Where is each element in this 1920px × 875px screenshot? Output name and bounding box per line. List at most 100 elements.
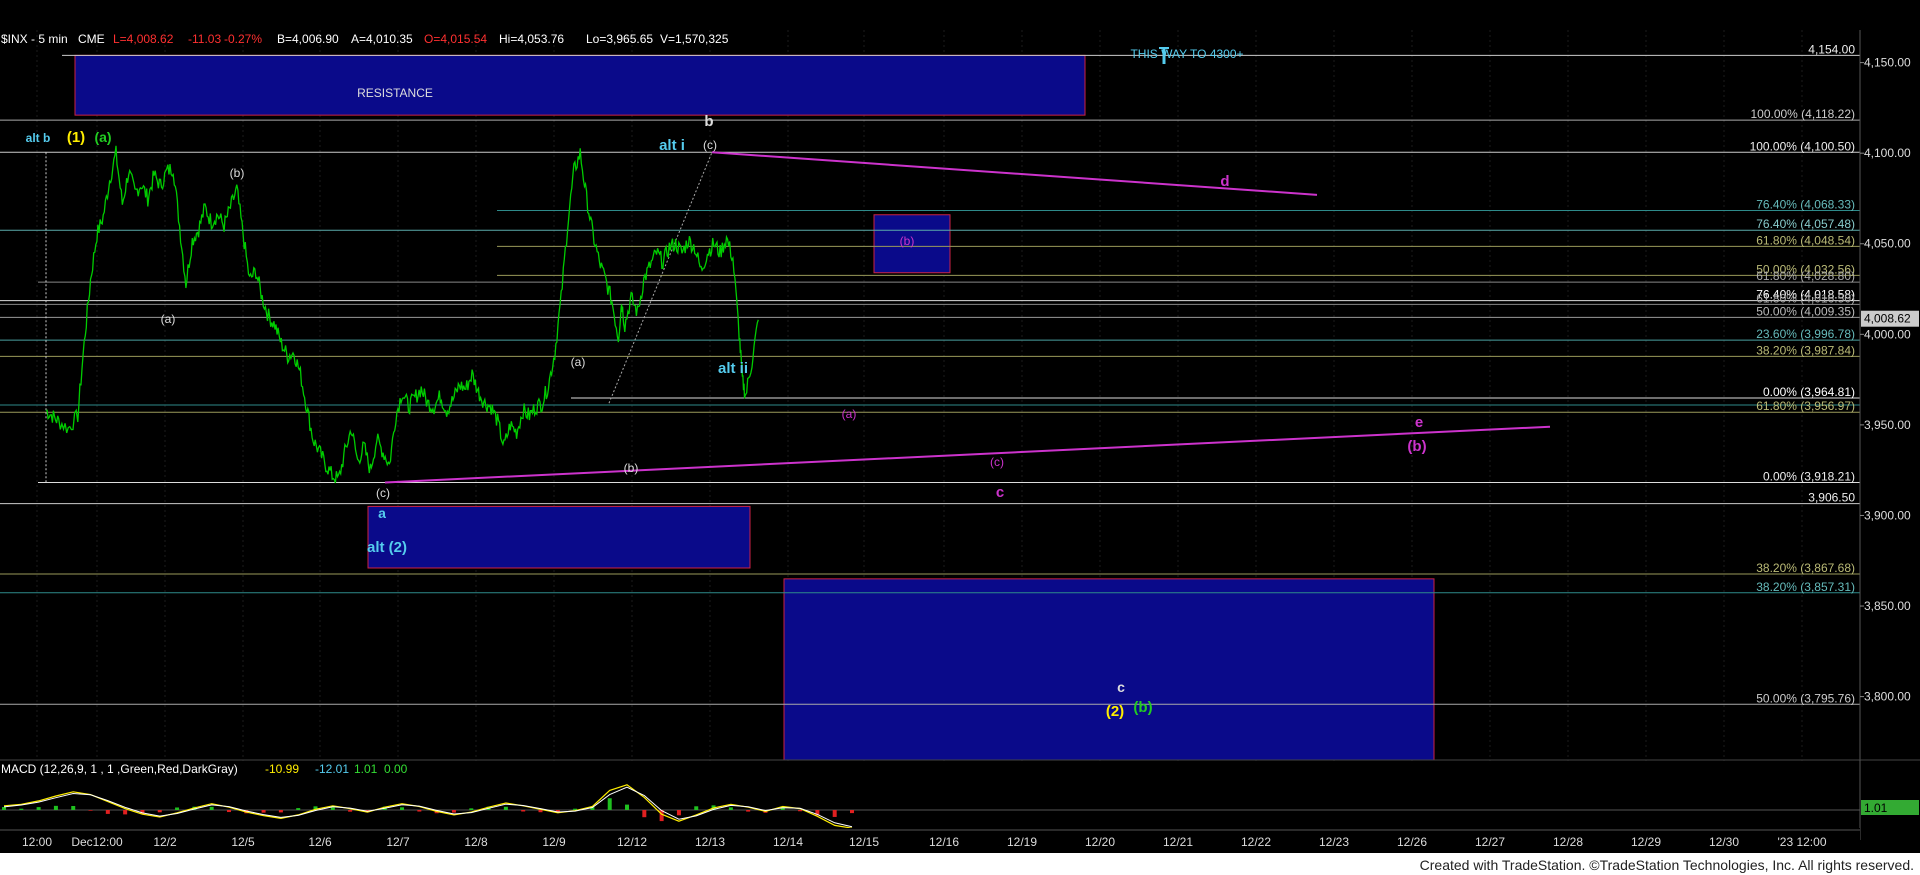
wave-label: RESISTANCE — [357, 86, 433, 100]
level-label: 38.20% (3,857.31) — [1756, 580, 1855, 594]
x-tick-label: 12/19 — [1007, 835, 1037, 849]
y-tick-label: 4,050.00 — [1864, 237, 1911, 251]
x-tick-label: 12/20 — [1085, 835, 1115, 849]
wave-label: THIS WAY TO 4300+ — [1130, 47, 1243, 61]
x-tick-label: 12/5 — [231, 835, 255, 849]
wave-label: (b) — [624, 461, 639, 475]
symbol-label: $INX - 5 min — [1, 32, 68, 46]
y-tick-label: 3,950.00 — [1864, 418, 1911, 432]
x-tick-label: 12/6 — [308, 835, 332, 849]
wave-label: (a) — [571, 355, 586, 369]
level-label: 50.00% (3,795.76) — [1756, 691, 1855, 705]
wave-label: (c) — [376, 486, 390, 500]
wave-label: (a) — [94, 129, 111, 145]
change-readout: -11.03 — [188, 32, 221, 46]
x-tick-label: 12/26 — [1397, 835, 1427, 849]
wave-label: alt (2) — [367, 539, 407, 556]
level-label: 61.80% (4,016.50) — [1756, 291, 1855, 305]
level-label: 0.00% (3,918.21) — [1763, 469, 1855, 483]
level-label: 50.00% (4,009.35) — [1756, 304, 1855, 318]
wave-2-target-box — [783, 578, 1435, 761]
last-price-readout: L=4,008.62 — [113, 32, 174, 46]
macd-last-tag-label: 1.01 — [1864, 801, 1888, 815]
wave-label: (a) — [161, 312, 176, 326]
level-label: 3,906.50 — [1808, 491, 1855, 505]
x-tick-label: 12:00 — [22, 835, 52, 849]
volume-readout: V=1,570,325 — [660, 32, 729, 46]
low-readout: Lo=3,965.65 — [586, 32, 653, 46]
x-tick-label: 12/9 — [542, 835, 566, 849]
level-label: 76.40% (4,057.48) — [1756, 217, 1855, 231]
wave-label: d — [1220, 173, 1229, 190]
x-tick-label: 12/28 — [1553, 835, 1583, 849]
x-tick-label: 12/23 — [1319, 835, 1349, 849]
y-tick-label: 4,100.00 — [1864, 146, 1911, 160]
wave-label: a — [378, 505, 386, 521]
wave-label: (a) — [842, 407, 857, 421]
x-tick-label: 12/14 — [773, 835, 803, 849]
change-pct-readout: -0.27% — [224, 32, 262, 46]
wave-label: (b) — [900, 234, 915, 248]
x-tick-label: '23 12:00 — [1777, 835, 1826, 849]
x-tick-label: 12/2 — [153, 835, 177, 849]
time-axis: 12:00 Dec12:00 12/2 12/5 12/6 12/7 12/8 12/9 12/… — [0, 828, 1860, 853]
footer-credit: Created with TradeStation. ©TradeStation… — [1419, 857, 1914, 873]
level-label: 61.80% (4,028.80) — [1756, 269, 1855, 283]
x-tick-label: 12/12 — [617, 835, 647, 849]
x-tick-label: Dec12:00 — [71, 835, 123, 849]
macd-name: MACD (12,26,9, 1 , 1 ,Green,Red,DarkGray… — [1, 762, 238, 776]
macd-value-1: -10.99 — [265, 762, 299, 776]
wave-label: (2) — [1106, 703, 1124, 720]
macd-value-2: -12.01 — [315, 762, 349, 776]
wave-label: (1) — [67, 129, 85, 146]
x-tick-label: 12/21 — [1163, 835, 1193, 849]
x-tick-label: 12/15 — [849, 835, 879, 849]
alt2-support-box — [367, 505, 751, 569]
level-label: 100.00% (4,100.50) — [1750, 139, 1855, 153]
x-tick-label: 12/22 — [1241, 835, 1271, 849]
x-tick-label: 12/27 — [1475, 835, 1505, 849]
x-tick-label: 12/8 — [464, 835, 488, 849]
level-label: 23.60% (3,996.78) — [1756, 327, 1855, 341]
axis-background — [1860, 30, 1920, 760]
y-tick-label: 3,850.00 — [1864, 599, 1911, 613]
resistance-box — [74, 54, 1086, 116]
y-tick-label: 3,900.00 — [1864, 508, 1911, 522]
level-label: 61.80% (4,048.54) — [1756, 233, 1855, 247]
wave-label: b — [704, 113, 713, 130]
ask-readout: A=4,010.35 — [351, 32, 413, 46]
wave-label: (b) — [1407, 438, 1426, 455]
wave-label: (c) — [703, 138, 717, 152]
x-tick-label: 12/30 — [1709, 835, 1739, 849]
wave-label: alt i — [659, 137, 685, 154]
x-tick-label: 12/7 — [386, 835, 410, 849]
x-tick-label: 12/16 — [929, 835, 959, 849]
level-label: 76.40% (4,068.33) — [1756, 198, 1855, 212]
x-tick-label: 12/29 — [1631, 835, 1661, 849]
wave-label: e — [1415, 414, 1423, 431]
price-axis: 4,150.00 4,100.00 4,050.00 4,000.00 3,950.00… — [1859, 30, 1920, 840]
wave-label: c — [996, 484, 1004, 501]
level-label: 38.20% (3,867.68) — [1756, 561, 1855, 575]
open-readout: O=4,015.54 — [424, 32, 487, 46]
wave-label: c — [1117, 679, 1125, 695]
high-readout: Hi=4,053.76 — [499, 32, 564, 46]
last-price-tag-label: 4,008.62 — [1864, 312, 1911, 326]
y-tick-label: 4,150.00 — [1864, 56, 1911, 70]
macd-value-4: 0.00 — [384, 762, 408, 776]
wave-label: alt ii — [718, 360, 748, 377]
level-label: 61.80% (3,956.97) — [1756, 399, 1855, 413]
exchange-label: CME — [78, 32, 105, 46]
y-tick-label: 3,800.00 — [1864, 690, 1911, 704]
bid-readout: B=4,006.90 — [277, 32, 339, 46]
wave-label: alt b — [26, 131, 51, 145]
x-tick-label: 12/13 — [695, 835, 725, 849]
macd-value-3: 1.01 — [354, 762, 378, 776]
wave-label: (b) — [230, 166, 245, 180]
y-tick-label: 4,000.00 — [1864, 327, 1911, 341]
level-label: 100.00% (4,118.22) — [1750, 107, 1855, 121]
chart-canvas[interactable]: 4,154.00 100.00% (4,118.22) 100.00% (4,100… — [0, 0, 1920, 875]
level-label: 0.00% (3,964.81) — [1763, 385, 1855, 399]
level-label: 4,154.00 — [1808, 42, 1855, 56]
wave-label: (c) — [990, 455, 1004, 469]
